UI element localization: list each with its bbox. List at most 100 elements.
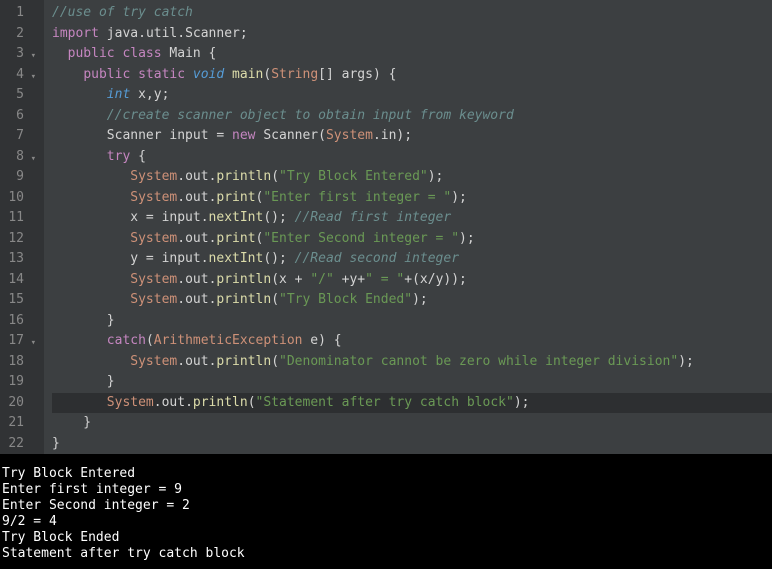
token-punct: ();	[263, 251, 294, 266]
token-punct: .	[177, 26, 185, 41]
code-line[interactable]: x = input.nextInt(); //Read first intege…	[52, 208, 772, 229]
token-var: out	[185, 272, 208, 287]
code-line[interactable]: System.out.println("Try Block Ended");	[52, 290, 772, 311]
token-keyword: catch	[107, 333, 146, 348]
token-var: out	[185, 169, 208, 184]
code-line[interactable]: try {	[52, 147, 772, 168]
token-var: out	[185, 292, 208, 307]
code-line[interactable]: }	[52, 434, 772, 455]
token-string: "/"	[310, 272, 333, 287]
token-keyword: public	[68, 46, 115, 61]
token-punct	[52, 46, 68, 61]
token-punct: .	[185, 395, 193, 410]
code-line[interactable]: System.out.println("Statement after try …	[52, 393, 772, 414]
token-keyword: public	[83, 67, 130, 82]
token-special: System	[326, 128, 373, 143]
token-var: out	[185, 231, 208, 246]
token-punct: .	[177, 272, 185, 287]
token-punct	[52, 354, 130, 369]
token-punct: (	[248, 395, 256, 410]
token-method: println	[193, 395, 248, 410]
line-number[interactable]: 8	[4, 147, 24, 168]
token-special: System	[130, 272, 177, 287]
token-punct: (	[271, 169, 279, 184]
token-special: String	[271, 67, 318, 82]
line-number[interactable]: 2	[4, 24, 24, 45]
line-number[interactable]: 16	[4, 311, 24, 332]
token-punct	[52, 67, 83, 82]
line-number[interactable]: 9	[4, 167, 24, 188]
line-number[interactable]: 12	[4, 229, 24, 250]
token-string: "Try Block Entered"	[279, 169, 428, 184]
code-line[interactable]: y = input.nextInt(); //Read second integ…	[52, 249, 772, 270]
code-line[interactable]: public static void main(String[] args) {	[52, 65, 772, 86]
token-class: util	[146, 26, 177, 41]
token-punct: = input.	[146, 251, 209, 266]
code-line[interactable]: System.out.println("Try Block Entered");	[52, 167, 772, 188]
code-line[interactable]: }	[52, 311, 772, 332]
line-number[interactable]: 17	[4, 331, 24, 352]
line-number[interactable]: 13	[4, 249, 24, 270]
token-punct	[52, 149, 107, 164]
line-number[interactable]: 1	[4, 3, 24, 24]
line-number[interactable]: 15	[4, 290, 24, 311]
line-number[interactable]: 20	[4, 393, 24, 414]
token-punct: (x +	[271, 272, 310, 287]
code-line[interactable]: Scanner input = new Scanner(System.in);	[52, 126, 772, 147]
code-line[interactable]: System.out.print("Enter first integer = …	[52, 188, 772, 209]
token-method: nextInt	[209, 210, 264, 225]
token-punct: =	[216, 128, 232, 143]
code-line[interactable]: }	[52, 413, 772, 434]
token-punct: (	[263, 67, 271, 82]
token-punct: );	[396, 128, 412, 143]
line-number[interactable]: 4	[4, 65, 24, 86]
token-string: "Enter first integer = "	[263, 190, 451, 205]
token-keyword: import	[52, 26, 99, 41]
token-punct	[224, 67, 232, 82]
code-line[interactable]: }	[52, 372, 772, 393]
line-number[interactable]: 3	[4, 44, 24, 65]
token-comment: //create scanner object to obtain input …	[107, 108, 514, 123]
token-method: nextInt	[209, 251, 264, 266]
token-var: out	[185, 354, 208, 369]
code-editor[interactable]: //use of try catchimport java.util.Scann…	[44, 0, 772, 454]
console-line: Try Block Ended	[2, 530, 770, 546]
code-line[interactable]: catch(ArithmeticException e) {	[52, 331, 772, 352]
code-line[interactable]: //use of try catch	[52, 3, 772, 24]
line-number-gutter[interactable]: 12345678910111213141516171819202122	[0, 0, 30, 454]
line-number[interactable]: 11	[4, 208, 24, 229]
token-comment: //Read first integer	[295, 210, 452, 225]
token-special: System	[130, 231, 177, 246]
token-punct: +(x/y));	[404, 272, 467, 287]
code-line[interactable]: import java.util.Scanner;	[52, 24, 772, 45]
code-line[interactable]: public class Main {	[52, 44, 772, 65]
code-line[interactable]: System.out.print("Enter Second integer =…	[52, 229, 772, 250]
token-var: out	[162, 395, 185, 410]
line-number[interactable]: 10	[4, 188, 24, 209]
token-punct: {	[130, 149, 146, 164]
line-number[interactable]: 5	[4, 85, 24, 106]
code-line[interactable]: //create scanner object to obtain input …	[52, 106, 772, 127]
console-line: Enter first integer = 9	[2, 482, 770, 498]
line-number[interactable]: 21	[4, 413, 24, 434]
token-method: println	[216, 354, 271, 369]
token-punct: .	[154, 395, 162, 410]
token-class: Scanner	[185, 26, 240, 41]
token-punct: .	[177, 190, 185, 205]
token-special: ArithmeticException	[154, 333, 303, 348]
code-line[interactable]: System.out.println(x + "/" +y+" = "+(x/y…	[52, 270, 772, 291]
token-punct	[52, 108, 107, 123]
line-number[interactable]: 18	[4, 352, 24, 373]
line-number[interactable]: 22	[4, 434, 24, 455]
token-special: System	[130, 190, 177, 205]
line-number[interactable]: 19	[4, 372, 24, 393]
code-line[interactable]: System.out.println("Denominator cannot b…	[52, 352, 772, 373]
token-type: int	[107, 87, 130, 102]
token-punct: .	[177, 292, 185, 307]
line-number[interactable]: 6	[4, 106, 24, 127]
line-number[interactable]: 7	[4, 126, 24, 147]
code-line[interactable]: int x,y;	[52, 85, 772, 106]
line-number[interactable]: 14	[4, 270, 24, 291]
token-special: System	[130, 354, 177, 369]
token-special: System	[130, 292, 177, 307]
